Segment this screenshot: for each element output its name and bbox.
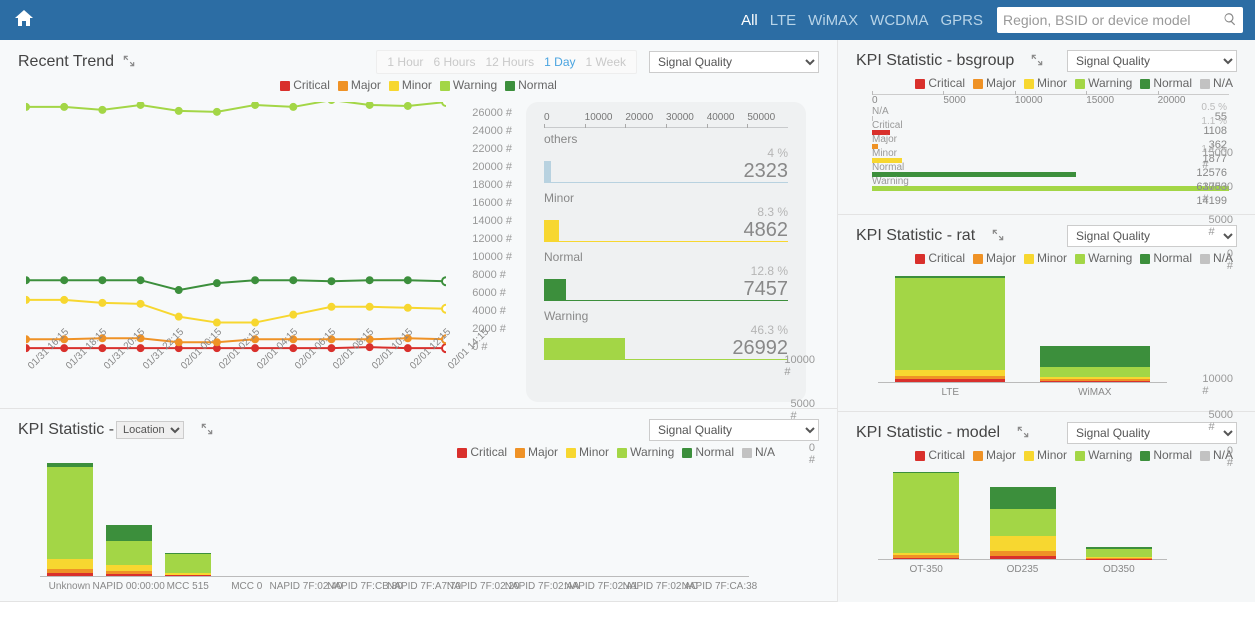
model-stacked-chart: 0 #5000 #10000 #OT-350OD235OD350 <box>856 462 1237 582</box>
legend-location: Critical Major Minor Warning Normal N/A <box>18 445 819 459</box>
nav-tab-gprs[interactable]: GPRS <box>940 12 983 29</box>
legend-item[interactable]: Major <box>973 76 1016 90</box>
side-bar-row: Minor8.3 %4862 <box>544 191 788 242</box>
legend-item[interactable]: Warning <box>1075 251 1132 265</box>
side-bar-row: Warning46.3 %26992 <box>544 309 788 360</box>
expand-icon[interactable] <box>983 228 1005 245</box>
panel-location: KPI Statistic - Location Signal Quality … <box>0 409 837 602</box>
legend-item[interactable]: N/A <box>742 445 775 459</box>
time-tab[interactable]: 1 Week <box>586 55 626 69</box>
legend-item[interactable]: Normal <box>1140 76 1192 90</box>
panel-bsgroup: KPI Statistic - bsgroup Signal Quality C… <box>838 40 1255 215</box>
bsgroup-hbar-chart: 05000100001500020000N/A0.5 %55Critical1.… <box>856 94 1237 208</box>
rat-title: KPI Statistic - rat <box>856 227 975 245</box>
nav-tab-all[interactable]: All <box>741 12 758 29</box>
time-range-tabs: 1 Hour 6 Hours 12 Hours 1 Day 1 Week <box>376 50 637 74</box>
legend-item[interactable]: Major <box>338 78 381 92</box>
bsgroup-kpi-select[interactable]: Signal Quality <box>1067 50 1237 72</box>
legend-item[interactable]: Critical <box>915 76 965 90</box>
legend-item[interactable]: Warning <box>617 445 674 459</box>
trend-side-bars: 01000020000300004000050000 others4 %2323… <box>526 102 806 402</box>
location-stacked-chart: 0 #5000 #10000 #UnknownNAPID 00:00:00MCC… <box>18 459 819 599</box>
legend-item[interactable]: Normal <box>1140 448 1192 462</box>
location-title-prefix: KPI Statistic - <box>18 421 114 439</box>
legend-item[interactable]: Minor <box>389 78 432 92</box>
expand-icon[interactable] <box>114 54 136 71</box>
legend-rat: CriticalMajorMinorWarningNormalN/A <box>856 251 1237 265</box>
home-icon[interactable] <box>12 7 36 34</box>
trend-line-chart: 26000 #24000 #22000 #20000 #18000 #16000… <box>18 92 518 402</box>
side-bar-row: Normal12.8 %7457 <box>544 250 788 301</box>
legend-item[interactable]: Normal <box>1140 251 1192 265</box>
rat-stacked-chart: 0 #5000 #10000 #15000 #LTEWiMAX <box>856 265 1237 405</box>
legend-item[interactable]: N/A <box>1200 76 1233 90</box>
legend-item[interactable]: Critical <box>915 448 965 462</box>
side-bar-row: others4 %2323 <box>544 132 788 183</box>
location-dimension-select[interactable]: Location <box>116 421 184 439</box>
expand-icon[interactable] <box>1022 53 1044 70</box>
location-kpi-select[interactable]: Signal Quality <box>649 419 819 441</box>
legend-item[interactable]: Warning <box>440 78 497 92</box>
legend-item[interactable]: Minor <box>1024 76 1067 90</box>
time-tab[interactable]: 1 Hour <box>387 55 423 69</box>
topbar: All LTE WiMAX WCDMA GPRS <box>0 0 1255 40</box>
legend-item[interactable]: Minor <box>1024 251 1067 265</box>
panel-rat: KPI Statistic - rat Signal Quality Criti… <box>838 215 1255 412</box>
nav-tabs: All LTE WiMAX WCDMA GPRS <box>741 12 983 29</box>
legend-item[interactable]: Major <box>973 251 1016 265</box>
legend-item[interactable]: Major <box>515 445 558 459</box>
time-tab[interactable]: 1 Day <box>544 55 575 69</box>
legend-item[interactable]: Warning <box>1075 76 1132 90</box>
expand-icon[interactable] <box>192 422 214 439</box>
search-input[interactable] <box>1003 12 1223 28</box>
legend-item[interactable]: Minor <box>1024 448 1067 462</box>
expand-icon[interactable] <box>1008 425 1030 442</box>
trend-title: Recent Trend <box>18 53 114 71</box>
bsgroup-title: KPI Statistic - bsgroup <box>856 52 1014 70</box>
model-title: KPI Statistic - model <box>856 424 1000 442</box>
legend-trend: Critical Major Minor Warning Normal <box>18 78 819 92</box>
legend-item[interactable]: Critical <box>280 78 330 92</box>
nav-tab-wcdma[interactable]: WCDMA <box>870 12 928 29</box>
legend-bsgroup: Critical Major Minor Warning Normal N/A <box>856 76 1237 90</box>
time-tab[interactable]: 12 Hours <box>485 55 534 69</box>
trend-kpi-select[interactable]: Signal Quality <box>649 51 819 73</box>
panel-trend: Recent Trend 1 Hour6 Hours12 Hours1 Day1… <box>0 40 837 409</box>
legend-item[interactable]: Warning <box>1075 448 1132 462</box>
legend-item[interactable]: Normal <box>682 445 734 459</box>
search-box[interactable] <box>997 7 1243 33</box>
legend-item[interactable]: Critical <box>457 445 507 459</box>
legend-model: CriticalMajorMinorWarningNormalN/A <box>856 448 1237 462</box>
search-icon[interactable] <box>1223 12 1237 29</box>
nav-tab-lte[interactable]: LTE <box>770 12 796 29</box>
panel-model: KPI Statistic - model Signal Quality Cri… <box>838 412 1255 588</box>
time-tab[interactable]: 6 Hours <box>433 55 475 69</box>
legend-item[interactable]: Major <box>973 448 1016 462</box>
legend-item[interactable]: Minor <box>566 445 609 459</box>
legend-item[interactable]: Critical <box>915 251 965 265</box>
legend-item[interactable]: Normal <box>505 78 557 92</box>
nav-tab-wimax[interactable]: WiMAX <box>808 12 858 29</box>
